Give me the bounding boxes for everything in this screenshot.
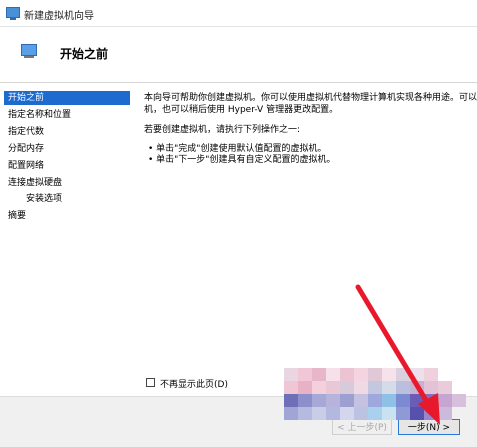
page-title: 开始之前 [60, 47, 109, 61]
previous-button[interactable]: < 上一步(P) [332, 419, 392, 435]
sidebar: 开始之前 指定名称和位置 指定代数 分配内存 配置网络 连接虚拟硬盘 安装选项 … [0, 83, 132, 396]
sidebar-item-generation[interactable]: 指定代数 [4, 125, 130, 139]
content-panel: 本向导可帮助你创建虚拟机。你可以使用虚拟机代替物理计算机实现各种用途。可以 机，… [140, 83, 477, 396]
intro-text-line2: 机，也可以稍后使用 Hyper-V 管理器更改配置。 [144, 105, 339, 115]
title-bar: 新建虚拟机向导 [0, 0, 477, 27]
dont-show-again-checkbox[interactable] [146, 378, 155, 387]
bullet-next: • 单击"下一步"创建具有自定义配置的虚拟机。 [148, 155, 336, 165]
dont-show-again-label[interactable]: 不再显示此页(D) [160, 377, 228, 390]
instruction-text: 若要创建虚拟机，请执行下列操作之一: [144, 125, 301, 135]
sidebar-item-name-location[interactable]: 指定名称和位置 [4, 108, 130, 122]
sidebar-item-memory[interactable]: 分配内存 [4, 142, 130, 156]
sidebar-item-before-you-begin[interactable]: 开始之前 [4, 91, 130, 105]
monitor-icon [21, 44, 37, 58]
next-button[interactable]: 一步(N) > [398, 419, 460, 435]
sidebar-item-summary[interactable]: 摘要 [4, 209, 130, 223]
sidebar-item-network[interactable]: 配置网络 [4, 159, 130, 173]
sidebar-item-install-options[interactable]: 安装选项 [4, 192, 130, 206]
intro-text-line1: 本向导可帮助你创建虚拟机。你可以使用虚拟机代替物理计算机实现各种用途。可以 [144, 93, 477, 103]
virtual-machine-icon [6, 7, 20, 20]
sidebar-item-virtual-disk[interactable]: 连接虚拟硬盘 [4, 176, 130, 190]
pixelation-overlay [284, 368, 470, 420]
window-title: 新建虚拟机向导 [24, 11, 94, 22]
